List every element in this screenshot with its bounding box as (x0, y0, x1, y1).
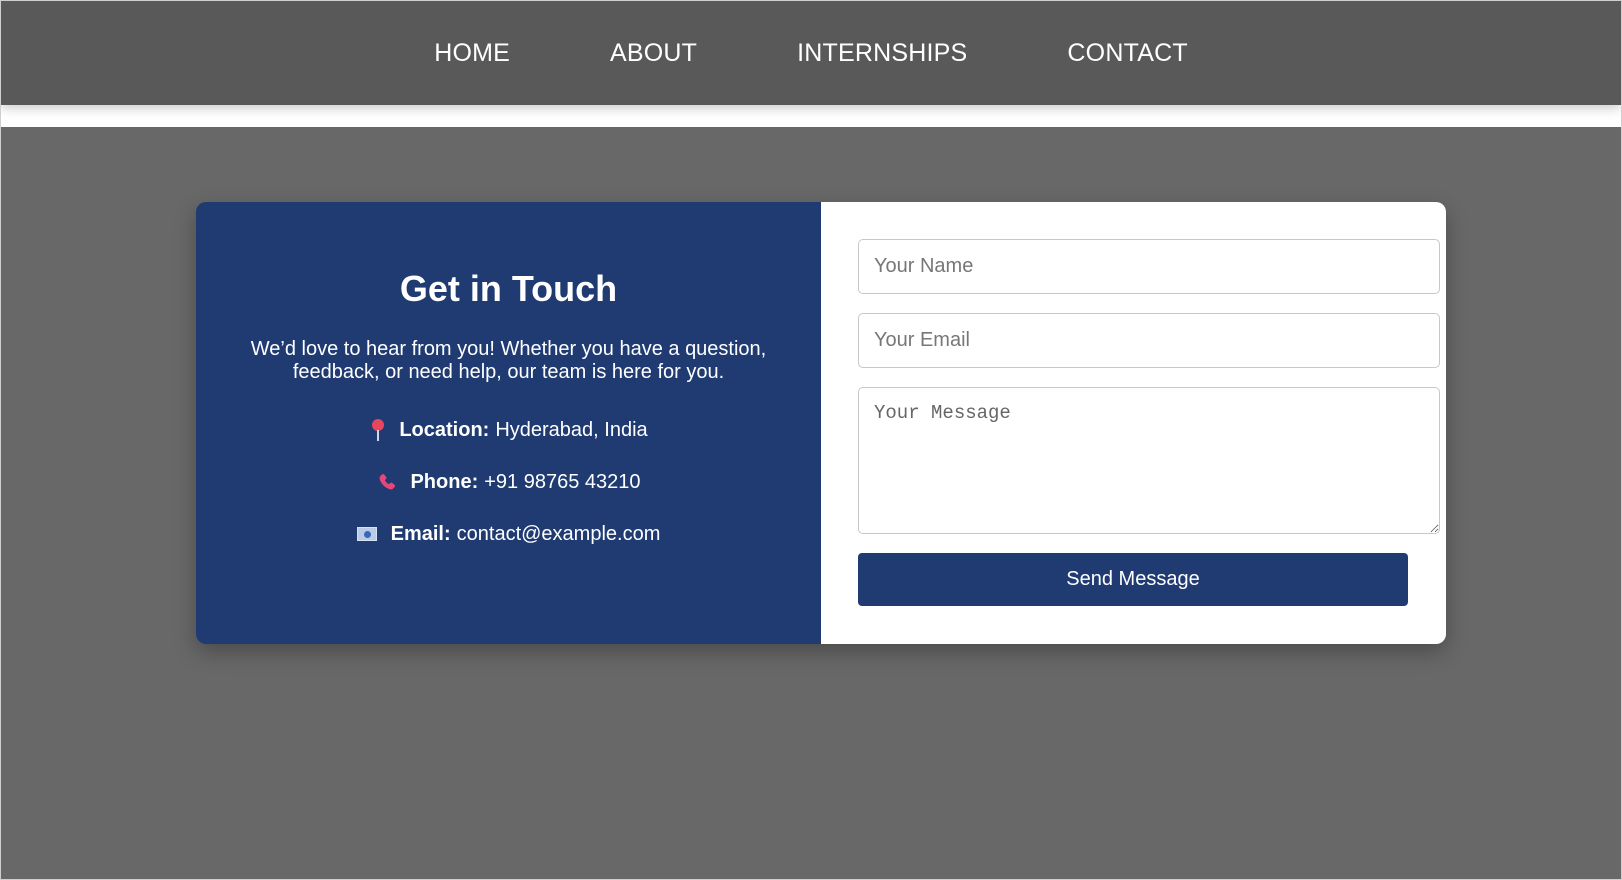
location-line: Location: Hyderabad, India (196, 418, 821, 442)
nav-item-internships: INTERNSHIPS (797, 39, 967, 68)
location-value: Hyderabad, India (495, 419, 648, 441)
nav-item-about: ABOUT (610, 39, 697, 68)
phone-icon (376, 471, 398, 493)
nav-link-internships[interactable]: INTERNSHIPS (797, 39, 967, 67)
nav-link-contact[interactable]: CONTACT (1067, 39, 1187, 67)
phone-value: +91 98765 43210 (484, 471, 641, 493)
nav-item-contact: CONTACT (1067, 39, 1187, 68)
email-icon (356, 527, 377, 541)
contact-title: Get in Touch (399, 268, 618, 309)
nav-link-about[interactable]: ABOUT (610, 39, 697, 67)
nav-link-home[interactable]: HOME (434, 39, 510, 67)
phone-label: Phone: (410, 471, 479, 493)
top-navigation-bar: HOME ABOUT INTERNSHIPS CONTACT (1, 1, 1621, 105)
contact-info-panel: Get in Touch We’d love to hear from you!… (196, 202, 821, 644)
email-value: contact@example.com (456, 523, 661, 545)
contact-page: Get in Touch We’d love to hear from you!… (1, 127, 1621, 879)
email-line: Email: contact@example.com (196, 522, 821, 546)
location-label: Location: (399, 419, 490, 441)
navigation-menu: HOME ABOUT INTERNSHIPS CONTACT (434, 39, 1188, 68)
email-input[interactable] (858, 313, 1440, 368)
phone-line: Phone: +91 98765 43210 (196, 470, 821, 494)
email-label: Email: (390, 523, 451, 545)
send-message-button[interactable]: Send Message (858, 553, 1408, 606)
map-pin-icon (369, 418, 387, 442)
contact-form: Send Message (821, 202, 1446, 644)
name-input[interactable] (858, 239, 1440, 294)
contact-description: We’d love to hear from you! Whether you … (250, 338, 767, 383)
contact-card: Get in Touch We’d love to hear from you!… (196, 202, 1446, 644)
message-textarea[interactable] (858, 387, 1440, 534)
nav-item-home: HOME (434, 39, 510, 68)
app-window: HOME ABOUT INTERNSHIPS CONTACT Get in To… (0, 0, 1622, 880)
